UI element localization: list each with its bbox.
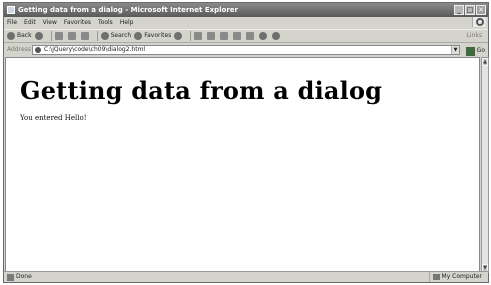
menu-favorites[interactable]: Favorites (64, 17, 91, 28)
page-content: Getting data from a dialog You entered H… (5, 57, 480, 273)
toolbar-divider (190, 31, 192, 41)
my-computer-icon (432, 274, 440, 280)
research-button[interactable] (259, 32, 269, 40)
refresh-icon (67, 32, 76, 40)
window-title: Getting data from a dialog - Microsoft I… (18, 6, 238, 14)
toolbar-divider (96, 31, 98, 41)
print-button[interactable] (220, 32, 230, 40)
forward-arrow-icon (34, 32, 43, 40)
refresh-button[interactable] (67, 32, 78, 40)
address-url: C:\jQuery\code\ch09\dialog2.html (44, 46, 146, 53)
print-icon (220, 32, 229, 40)
window-controls: _ □ ✕ (454, 5, 486, 15)
result-message: You entered Hello! (20, 114, 87, 122)
back-label: Back (17, 32, 32, 39)
discuss-button[interactable] (246, 32, 256, 40)
go-label: Go (476, 47, 485, 54)
scroll-up-icon[interactable]: ▲ (482, 58, 488, 66)
stop-button[interactable] (54, 32, 65, 40)
menu-edit[interactable]: Edit (24, 17, 36, 28)
home-icon (80, 32, 89, 40)
minimize-button[interactable]: _ (454, 5, 464, 15)
stop-icon (54, 32, 63, 40)
browser-window: Getting data from a dialog - Microsoft I… (3, 2, 489, 283)
status-area: Done (7, 272, 32, 282)
menu-bar: File Edit View Favorites Tools Help (4, 17, 488, 28)
edit-button[interactable] (233, 32, 243, 40)
messenger-icon (272, 32, 281, 40)
history-icon (194, 32, 203, 40)
address-label: Address (7, 46, 31, 53)
page-icon (35, 47, 41, 53)
close-button[interactable]: ✕ (476, 5, 486, 15)
home-button[interactable] (80, 32, 91, 40)
search-icon (100, 32, 109, 40)
history-button[interactable] (194, 32, 204, 40)
address-bar: Address C:\jQuery\code\ch09\dialog2.html… (4, 44, 488, 56)
go-button[interactable]: Go (465, 45, 485, 57)
address-dropdown-icon[interactable]: ▼ (451, 46, 459, 54)
ie-logo-icon (472, 17, 486, 27)
research-icon (259, 32, 268, 40)
search-label: Search (110, 32, 132, 39)
edit-icon (233, 32, 242, 40)
mail-icon (207, 32, 216, 40)
address-input[interactable]: C:\jQuery\code\ch09\dialog2.html ▼ (32, 45, 460, 55)
page-heading: Getting data from a dialog (20, 76, 383, 105)
toolbar: Back Search Favorites Links (4, 29, 488, 43)
toolbar-divider (50, 31, 52, 41)
media-icon (174, 32, 183, 40)
back-button[interactable]: Back (7, 29, 32, 43)
menu-file[interactable]: File (7, 17, 17, 28)
zone-indicator: My Computer (428, 272, 482, 282)
forward-button[interactable] (34, 32, 45, 40)
menu-help[interactable]: Help (120, 17, 134, 28)
vertical-scrollbar[interactable]: ▲ ▼ (481, 57, 489, 273)
favorites-label: Favorites (144, 32, 172, 39)
links-toolbar[interactable]: Links (467, 29, 482, 43)
favorites-button[interactable]: Favorites (134, 29, 171, 43)
star-icon (134, 32, 143, 40)
status-text: Done (16, 273, 32, 280)
page-status-icon (7, 273, 14, 281)
media-button[interactable] (174, 32, 184, 40)
ie-window-icon (7, 6, 15, 14)
maximize-button[interactable]: □ (465, 5, 475, 15)
go-arrow-icon (465, 46, 475, 56)
discuss-icon (246, 32, 255, 40)
search-button[interactable]: Search (100, 29, 132, 43)
mail-button[interactable] (207, 32, 217, 40)
messenger-button[interactable] (272, 32, 282, 40)
zone-text: My Computer (441, 273, 482, 280)
status-bar: Done My Computer (4, 271, 488, 282)
back-arrow-icon (7, 32, 15, 40)
title-bar[interactable]: Getting data from a dialog - Microsoft I… (4, 3, 488, 17)
menu-view[interactable]: View (43, 17, 57, 28)
menu-tools[interactable]: Tools (98, 17, 113, 28)
